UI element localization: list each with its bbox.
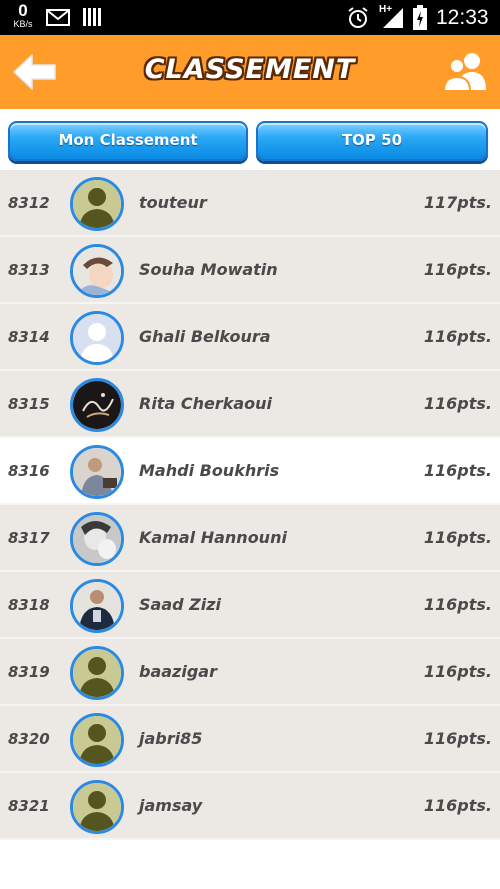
avatar [70,177,124,231]
rank-number: 8314 [8,328,50,346]
rank-number: 8316 [8,462,50,480]
back-button[interactable] [12,52,58,92]
ranking-row[interactable]: 8313 Souha Mowatin 116pts. [0,237,500,304]
bars-icon [83,8,101,26]
profile-photo [73,515,121,563]
player-points: 116pts. [423,729,492,748]
player-name: Mahdi Boukhris [139,461,280,480]
ranking-row-current-user[interactable]: 8316 Mahdi Boukhris 116pts. [0,438,500,505]
ranking-list[interactable]: 8312 touteur 117pts. 8313 Souha Mowatin … [0,170,500,840]
mail-icon [46,9,70,26]
profile-photo [73,247,121,295]
page-title: CLASSEMENT [144,54,356,85]
player-name: Kamal Hannouni [139,528,287,547]
ranking-row[interactable]: 8321 jamsay 116pts. [0,773,500,840]
avatar [70,713,124,767]
app-header: CLASSEMENT [0,35,500,109]
status-bar: 0 KB/s H+ 12:33 [0,0,500,35]
player-name: Ghali Belkoura [139,327,271,346]
rank-number: 8315 [8,395,50,413]
profile-photo [73,448,121,496]
ranking-row[interactable]: 8317 Kamal Hannouni 116pts. [0,505,500,572]
tab-my-ranking[interactable]: Mon Classement [8,121,248,161]
ranking-row[interactable]: 8318 Saad Zizi 116pts. [0,572,500,639]
avatar [70,646,124,700]
signal-icon [383,8,403,28]
avatar [70,378,124,432]
battery-icon [413,5,427,30]
rank-number: 8321 [8,797,50,815]
friends-button[interactable] [442,50,488,92]
bottom-area [0,840,500,889]
avatar [70,445,124,499]
clock: 12:33 [436,6,489,29]
avatar [70,512,124,566]
player-name: Saad Zizi [139,595,222,614]
arrow-left-icon [13,54,56,90]
ranking-row[interactable]: 8319 baazigar 116pts. [0,639,500,706]
ranking-row[interactable]: 8320 jabri85 116pts. [0,706,500,773]
rank-number: 8312 [8,194,50,212]
default-avatar-icon [73,716,121,764]
alarm-icon [348,7,368,28]
ranking-row[interactable]: 8314 Ghali Belkoura 116pts. [0,304,500,371]
avatar [70,780,124,834]
network-speed-value: 0 [18,1,28,20]
player-name: touteur [139,193,207,212]
player-name: jabri85 [139,729,203,748]
player-name: Souha Mowatin [139,260,278,279]
rank-number: 8313 [8,261,50,279]
rank-number: 8319 [8,663,50,681]
ranking-row[interactable]: 8315 Rita Cherkaoui 116pts. [0,371,500,438]
rank-number: 8317 [8,529,50,547]
ranking-row[interactable]: 8312 touteur 117pts. [0,170,500,237]
player-points: 116pts. [423,327,492,346]
tab-top50[interactable]: TOP 50 [256,121,488,161]
avatar [70,244,124,298]
rank-number: 8318 [8,596,50,614]
player-points: 116pts. [423,394,492,413]
player-name: Rita Cherkaoui [139,394,272,413]
player-points: 116pts. [423,461,492,480]
default-avatar-icon [73,180,121,228]
friends-icon [442,53,486,92]
player-points: 116pts. [423,662,492,681]
network-speed: 0 KB/s [6,2,40,29]
profile-photo [73,582,121,630]
player-points: 116pts. [423,595,492,614]
network-speed-unit: KB/s [13,19,33,29]
default-avatar-icon [73,649,121,697]
avatar [70,311,124,365]
ranking-tabs: Mon Classement TOP 50 [0,109,500,170]
default-avatar-icon [73,783,121,831]
profile-photo [73,381,121,429]
player-name: baazigar [139,662,217,681]
avatar [70,579,124,633]
player-points: 116pts. [423,796,492,815]
rank-number: 8320 [8,730,50,748]
player-points: 117pts. [423,193,492,212]
player-name: jamsay [139,796,203,815]
default-avatar-icon [73,314,121,362]
player-points: 116pts. [423,260,492,279]
player-points: 116pts. [423,528,492,547]
